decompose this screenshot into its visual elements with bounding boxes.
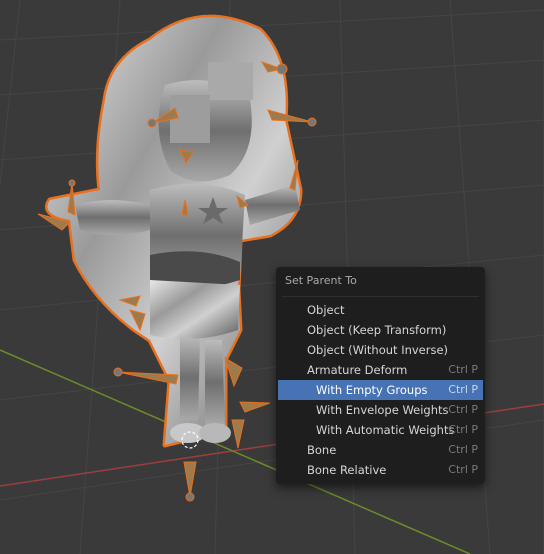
menu-item-label: With Automatic Weights xyxy=(316,423,455,437)
menu-item-label: Object xyxy=(307,303,345,317)
menu-item-shortcut: Ctrl P xyxy=(448,443,478,456)
censored-face xyxy=(208,62,253,100)
menu-item-with-envelope-weights[interactable]: With Envelope Weights Ctrl P xyxy=(278,400,483,420)
menu-item-label: Bone Relative xyxy=(307,463,387,477)
menu-item-shortcut: Ctrl P xyxy=(448,463,478,476)
menu-item-label: Object (Keep Transform) xyxy=(307,323,447,337)
menu-item-label: Bone xyxy=(307,443,337,457)
menu-item-bone[interactable]: Bone Ctrl P xyxy=(278,440,483,460)
menu-item-label: With Empty Groups xyxy=(316,383,428,397)
menu-item-shortcut: Ctrl P xyxy=(448,403,478,416)
menu-title: Set Parent To xyxy=(285,274,357,287)
menu-item-label: Object (Without Inverse) xyxy=(307,343,449,357)
menu-item-object-keep-transform[interactable]: Object (Keep Transform) xyxy=(278,320,483,340)
menu-item-shortcut: Ctrl P xyxy=(448,363,478,376)
menu-item-object-without-inverse[interactable]: Object (Without Inverse) xyxy=(278,340,483,360)
menu-item-armature-deform[interactable]: Armature Deform Ctrl P xyxy=(278,360,483,380)
menu-divider xyxy=(282,296,479,297)
menu-item-label: Armature Deform xyxy=(307,363,408,377)
menu-item-label: With Envelope Weights xyxy=(316,403,449,417)
menu-item-with-automatic-weights[interactable]: With Automatic Weights Ctrl P xyxy=(278,420,483,440)
menu-item-object[interactable]: Object xyxy=(278,300,483,320)
menu-item-with-empty-groups[interactable]: With Empty Groups Ctrl P xyxy=(278,380,483,400)
set-parent-menu: Set Parent To Object Object (Keep Transf… xyxy=(276,267,485,484)
menu-item-shortcut: Ctrl P xyxy=(448,423,478,436)
menu-item-bone-relative[interactable]: Bone Relative Ctrl P xyxy=(278,460,483,480)
menu-item-shortcut: Ctrl P xyxy=(448,383,478,396)
